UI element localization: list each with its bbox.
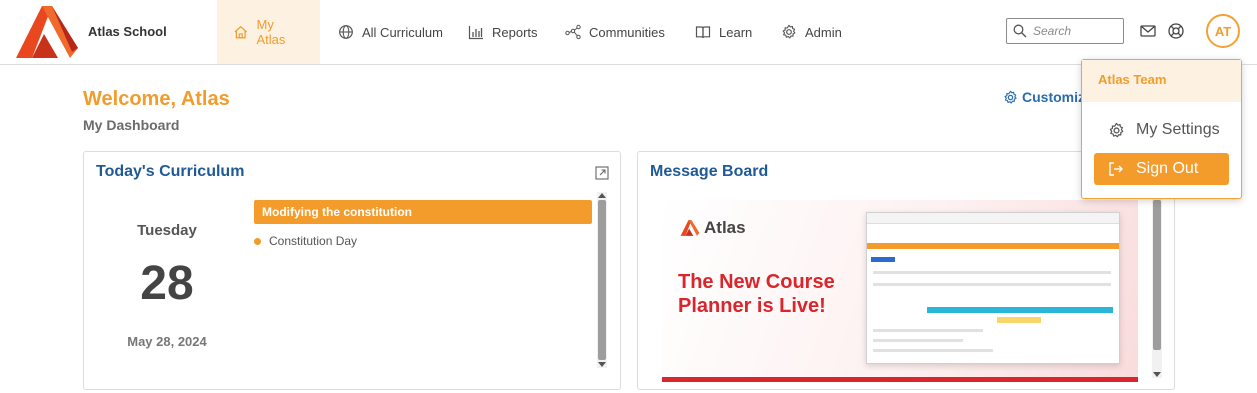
search-box[interactable] <box>1006 18 1124 44</box>
mail-icon[interactable] <box>1139 22 1157 40</box>
school-name: Atlas School <box>88 24 167 39</box>
day-number: 28 <box>140 257 194 310</box>
scroll-thumb[interactable] <box>598 200 606 360</box>
book-icon <box>695 26 711 39</box>
banner-logo: Atlas <box>680 218 746 238</box>
top-navigation-bar: Atlas School My Atlas All Curriculum Rep… <box>0 0 1257 65</box>
search-icon <box>1013 24 1027 38</box>
team-name: Atlas Team <box>1098 72 1167 87</box>
lesson-item[interactable]: Modifying the constitution <box>254 200 592 224</box>
banner-headline: The New Course Planner is Live! <box>678 271 835 317</box>
course-planner-preview-image <box>866 212 1120 364</box>
event-dot-icon <box>254 237 261 245</box>
nav-admin[interactable]: Admin <box>765 0 858 64</box>
nav-communities[interactable]: Communities <box>549 0 681 64</box>
sign-out-icon <box>1109 162 1123 176</box>
welcome-heading: Welcome, Atlas <box>83 88 230 110</box>
home-icon <box>234 25 247 39</box>
announcement-banner[interactable]: Atlas The New Course Planner is Live! <box>662 200 1138 382</box>
nav-learn[interactable]: Learn <box>679 0 768 64</box>
sign-out-button[interactable]: Sign Out <box>1094 153 1229 185</box>
scrollbar[interactable] <box>597 192 607 368</box>
card-title: Message Board <box>650 163 769 180</box>
atlas-logo-icon <box>680 220 700 236</box>
search-input[interactable] <box>1033 24 1117 38</box>
day-name: Tuesday <box>137 222 197 239</box>
full-date: May 28, 2024 <box>127 334 207 349</box>
my-settings-item[interactable]: My Settings <box>1108 121 1220 139</box>
dashboard-subtitle: My Dashboard <box>83 117 180 133</box>
user-menu-header: Atlas Team <box>1082 60 1241 102</box>
nav-label: Reports <box>492 24 538 40</box>
globe-icon <box>339 25 353 39</box>
banner-logo-text: Atlas <box>704 218 746 237</box>
avatar-initials: AT <box>1214 23 1232 39</box>
card-title: Today's Curriculum <box>96 163 245 180</box>
gear-icon <box>782 24 796 39</box>
help-lifebuoy-icon[interactable] <box>1167 22 1185 40</box>
bar-chart-icon <box>468 26 483 40</box>
banner-accent-line <box>662 377 1138 382</box>
nav-label: Communities <box>589 24 665 40</box>
network-icon <box>565 24 581 40</box>
nav-label: Admin <box>805 24 842 40</box>
gear-icon <box>1004 90 1017 104</box>
nav-label: All Curriculum <box>362 24 443 40</box>
scroll-down-icon[interactable] <box>598 362 606 367</box>
expand-icon[interactable] <box>595 166 609 180</box>
scroll-up-icon[interactable] <box>598 193 606 198</box>
scroll-thumb[interactable] <box>1153 200 1161 350</box>
user-menu-dropdown: Atlas Team My Settings Sign Out <box>1081 59 1242 199</box>
scrollbar[interactable] <box>1152 192 1162 378</box>
event-label: Constitution Day <box>269 234 358 248</box>
nav-my-atlas[interactable]: My Atlas <box>217 0 320 64</box>
atlas-logo[interactable] <box>14 4 80 60</box>
user-avatar[interactable]: AT <box>1206 14 1240 48</box>
sign-out-label: Sign Out <box>1136 160 1199 177</box>
my-settings-label: My Settings <box>1136 121 1220 138</box>
customize-button[interactable]: Customize <box>1003 89 1093 105</box>
nav-all-curriculum[interactable]: All Curriculum <box>322 0 459 64</box>
scroll-down-icon[interactable] <box>1153 372 1161 377</box>
nav-reports[interactable]: Reports <box>452 0 554 64</box>
todays-curriculum-card: Today's Curriculum Tuesday 28 May 28, 20… <box>83 151 621 390</box>
calendar-event[interactable]: Constitution Day <box>254 234 357 248</box>
nav-label: Learn <box>719 24 753 40</box>
nav-label: My Atlas <box>256 17 286 47</box>
gear-icon <box>1109 122 1124 137</box>
